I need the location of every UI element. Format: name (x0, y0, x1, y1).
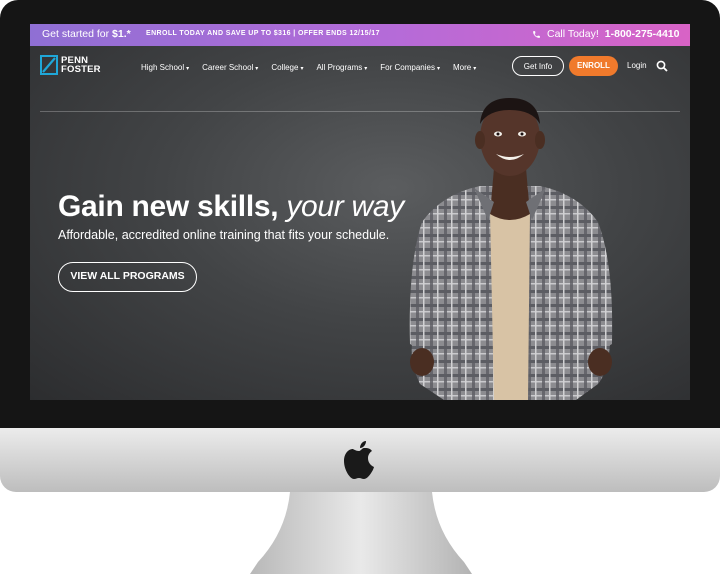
phone-number[interactable]: 1-800-275-4410 (605, 28, 680, 40)
search-icon[interactable] (656, 60, 668, 72)
call-label: Call Today! (547, 28, 599, 40)
nav-item-all-programs[interactable]: All Programs ▾ (316, 63, 367, 72)
get-info-button[interactable]: Get Info (512, 56, 564, 76)
chevron-down-icon: ▾ (436, 66, 440, 72)
view-all-programs-button[interactable]: VIEW ALL PROGRAMS (58, 262, 197, 292)
promo-bar: Get started for $1.* ENROLL TODAY AND SA… (30, 24, 690, 46)
get-started-text[interactable]: Get started for $1.* (42, 28, 131, 40)
nav-menu: High School ▾ Career School ▾ College ▾ All… (141, 63, 476, 72)
nav-item-high-school[interactable]: High School ▾ (141, 63, 189, 72)
chevron-down-icon: ▾ (364, 66, 368, 72)
hero-headline: Gain new skills, your way (58, 190, 404, 223)
nav-item-for-companies[interactable]: For Companies ▾ (380, 63, 440, 72)
headline-emphasis: your way (286, 190, 404, 223)
phone-icon (533, 30, 540, 38)
nav-item-more[interactable]: More ▾ (453, 63, 476, 72)
chevron-down-icon: ▾ (186, 66, 190, 72)
chevron-down-icon: ▾ (300, 66, 304, 72)
enroll-button[interactable]: ENROLL (569, 56, 618, 76)
main-navbar: PENN FOSTER High School ▾ Career School ▾ … (30, 46, 690, 112)
hero-subheadline: Affordable, accredited online training t… (58, 228, 390, 242)
monitor-stand (250, 492, 472, 574)
apple-logo-icon (344, 441, 374, 479)
penn-foster-logo-icon (40, 55, 58, 75)
promo-text: ENROLL TODAY AND SAVE UP TO $316 | OFFER… (146, 30, 380, 37)
chevron-down-icon: ▾ (255, 66, 259, 72)
penn-foster-logo[interactable]: PENN FOSTER (40, 55, 101, 75)
login-link[interactable]: Login (627, 61, 647, 70)
call-today[interactable]: Call Today! 1-800-275-4410 (532, 28, 680, 40)
nav-item-career-school[interactable]: Career School ▾ (202, 63, 258, 72)
hero-person-image (409, 98, 613, 400)
browser-screen: Get started for $1.* ENROLL TODAY AND SA… (30, 24, 690, 400)
logo-text-foster: FOSTER (61, 64, 101, 75)
chevron-down-icon: ▾ (473, 66, 477, 72)
nav-item-college[interactable]: College ▾ (271, 63, 303, 72)
